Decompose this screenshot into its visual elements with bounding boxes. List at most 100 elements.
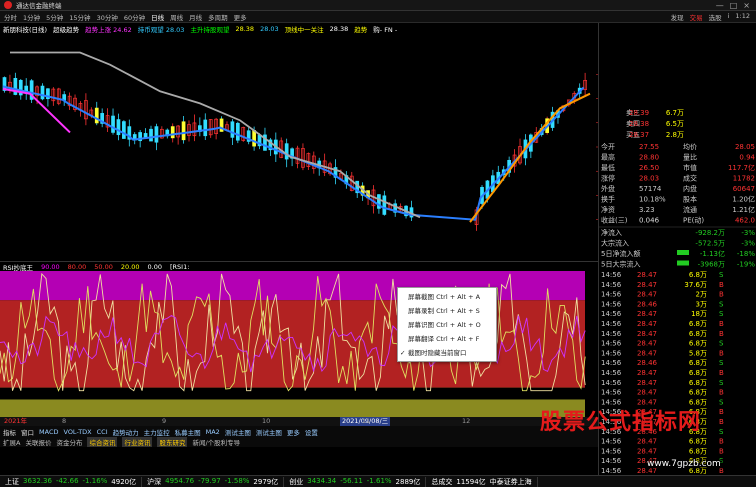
ctx-item-1[interactable]: 屏幕录制 Ctrl + Alt + S	[398, 304, 496, 318]
legend-field-5: 28.03	[260, 24, 279, 33]
period-9[interactable]: 多周期	[208, 12, 228, 22]
trade-time: 14:56	[601, 320, 622, 328]
info-tab-4[interactable]: 行业资讯	[122, 437, 153, 447]
rsi-chart[interactable]: 90807060504030201058.14	[0, 271, 598, 417]
indicator-tab-4[interactable]: CCI	[97, 428, 108, 436]
period-4[interactable]: 30分钟	[97, 12, 118, 22]
stat-value: 28.80	[639, 154, 659, 162]
rsi-legend-0: 90.00	[41, 262, 60, 271]
trade-price: 28.47	[637, 291, 657, 299]
legend-field-4: 28.38	[235, 24, 255, 33]
ctx-item-label: 截图时隐藏当前窗口	[408, 349, 467, 357]
indicator-tab-11[interactable]: 更多	[287, 427, 300, 437]
stat-label: 最高	[601, 153, 615, 162]
menubar-right-1[interactable]: 交易	[690, 12, 703, 22]
index-change: -42.66	[55, 476, 79, 485]
index-seg-2[interactable]: 创业 3434.34 -56.11 -1.61% 2889亿	[284, 476, 427, 487]
rising-ma-line	[469, 92, 591, 223]
trade-price: 28.47	[637, 447, 657, 455]
indicator-tab-9[interactable]: 测试主图	[225, 427, 251, 437]
indicator-tab-7[interactable]: 私募主图	[175, 427, 201, 437]
trade-side: B	[719, 389, 724, 397]
info-tab-0[interactable]: 扩展A	[3, 437, 20, 447]
index-name: 沪深	[147, 477, 162, 486]
trade-price: 28.47	[637, 281, 657, 289]
trade-time: 14:56	[601, 389, 622, 397]
index-amount: 4920亿	[111, 477, 137, 486]
period-5[interactable]: 60分钟	[124, 12, 145, 22]
stat-label-2: PE(动)	[683, 216, 704, 225]
flow-label: 净流入	[601, 228, 622, 237]
index-amount: 2979亿	[253, 477, 279, 486]
trade-side: S	[719, 379, 724, 387]
period-8[interactable]: 月线	[189, 12, 202, 22]
indicator-tab-0[interactable]: 指标	[3, 427, 16, 437]
info-tab-3[interactable]: 综合资讯	[87, 437, 118, 447]
period-1[interactable]: 1分钟	[23, 12, 40, 22]
trade-volume: 6.8万	[689, 320, 707, 328]
candlestick-chart[interactable]: 29.0028.0027.0026.0025.0024.0023.00	[0, 34, 598, 260]
trade-price: 28.47	[637, 310, 657, 318]
trade-side: B	[719, 281, 724, 289]
menubar-right-4[interactable]: 1:12	[735, 12, 750, 22]
minimize-icon[interactable]: —	[716, 1, 724, 10]
trade-price: 28.47	[637, 389, 657, 397]
indicator-tab-3[interactable]: VOL-TDX	[63, 428, 91, 436]
index-seg-1[interactable]: 沪深 4954.76 -79.97 -1.58% 2979亿	[142, 476, 285, 487]
info-tab-1[interactable]: 关联报价	[25, 437, 51, 447]
info-tab-6[interactable]: 新闻/个股利专导	[192, 437, 240, 447]
indicator-tab-2[interactable]: MACD	[39, 428, 58, 436]
trade-price: 28.47	[637, 330, 657, 338]
index-name: 总成交	[431, 477, 453, 486]
stat-value-2: 11782	[733, 175, 755, 183]
indicator-tab-5[interactable]: 趋势动力	[113, 427, 139, 437]
indicator-tab-6[interactable]: 主力监控	[144, 427, 170, 437]
ctx-item-label: 屏幕翻译 Ctrl + Alt + F	[408, 335, 480, 343]
trade-side: S	[719, 300, 724, 308]
info-tab-5[interactable]: 股东研究	[157, 437, 188, 447]
rsi-bottom-band	[0, 399, 585, 417]
indicator-tab-1[interactable]: 窗口	[21, 427, 34, 437]
stat-value: 57174	[639, 185, 662, 193]
close-icon[interactable]: ×	[743, 1, 750, 10]
menubar-right-0[interactable]: 发现	[671, 12, 684, 22]
trade-side: B	[719, 447, 724, 455]
trade-time: 14:56	[601, 447, 622, 455]
info-tab-2[interactable]: 资金分布	[56, 437, 82, 447]
trade-side: B	[719, 408, 724, 416]
indicator-tab-8[interactable]: MA2	[206, 428, 220, 436]
trade-price: 28.46	[637, 300, 658, 308]
menubar-right-3[interactable]: i	[728, 12, 730, 22]
trade-time: 14:56	[601, 281, 622, 289]
stat-value-2: 28.05	[735, 143, 755, 151]
ctx-item-3[interactable]: 屏幕翻译 Ctrl + Alt + F	[398, 332, 496, 346]
ctx-item-2[interactable]: 屏幕识图 Ctrl + Alt + O	[398, 318, 496, 332]
candle-body	[284, 143, 289, 160]
screenshot-context-menu: 屏幕截图 Ctrl + Alt + A 屏幕录制 Ctrl + Alt + S 屏幕…	[397, 287, 497, 362]
maximize-icon[interactable]: □	[730, 1, 738, 10]
trade-side: S	[719, 359, 724, 367]
stat-label: 外盘	[601, 184, 615, 193]
ctx-item-0[interactable]: 屏幕截图 Ctrl + Alt + A	[398, 290, 496, 304]
trade-side: B	[719, 349, 724, 357]
index-seg-0[interactable]: 上证 3632.36 -42.66 -1.16% 4920亿	[0, 476, 143, 487]
indicator-legend-bar: 新朋科技(日线) 超级趋势 趋势上涨 24.62 持币观望 28.03 主升持股观望 2…	[0, 23, 598, 34]
period-3[interactable]: 15分钟	[69, 12, 90, 22]
period-10[interactable]: 更多	[234, 12, 247, 22]
candle-body	[40, 85, 45, 100]
period-0[interactable]: 分时	[4, 12, 17, 22]
period-6[interactable]: 日线	[151, 12, 164, 22]
index-seg-3[interactable]: 总成交 11594亿 中泰证券上海	[426, 476, 538, 487]
period-2[interactable]: 5分钟	[46, 12, 63, 22]
indicator-tab-10[interactable]: 测试主图	[256, 427, 282, 437]
index-pct: -1.61%	[366, 476, 392, 485]
period-7[interactable]: 周线	[170, 12, 183, 22]
trade-time: 14:56	[601, 379, 622, 387]
stat-label: 收益(三)	[601, 216, 628, 225]
ctx-item-4[interactable]: ✓ 截图时隐藏当前窗口	[398, 346, 496, 360]
stat-value: 10.18%	[639, 196, 666, 204]
menubar-right-2[interactable]: 选股	[709, 12, 722, 22]
indicator-tab-12[interactable]: 设置	[305, 427, 318, 437]
flow-percent: -19%	[737, 261, 755, 269]
flow-bar	[677, 260, 689, 266]
